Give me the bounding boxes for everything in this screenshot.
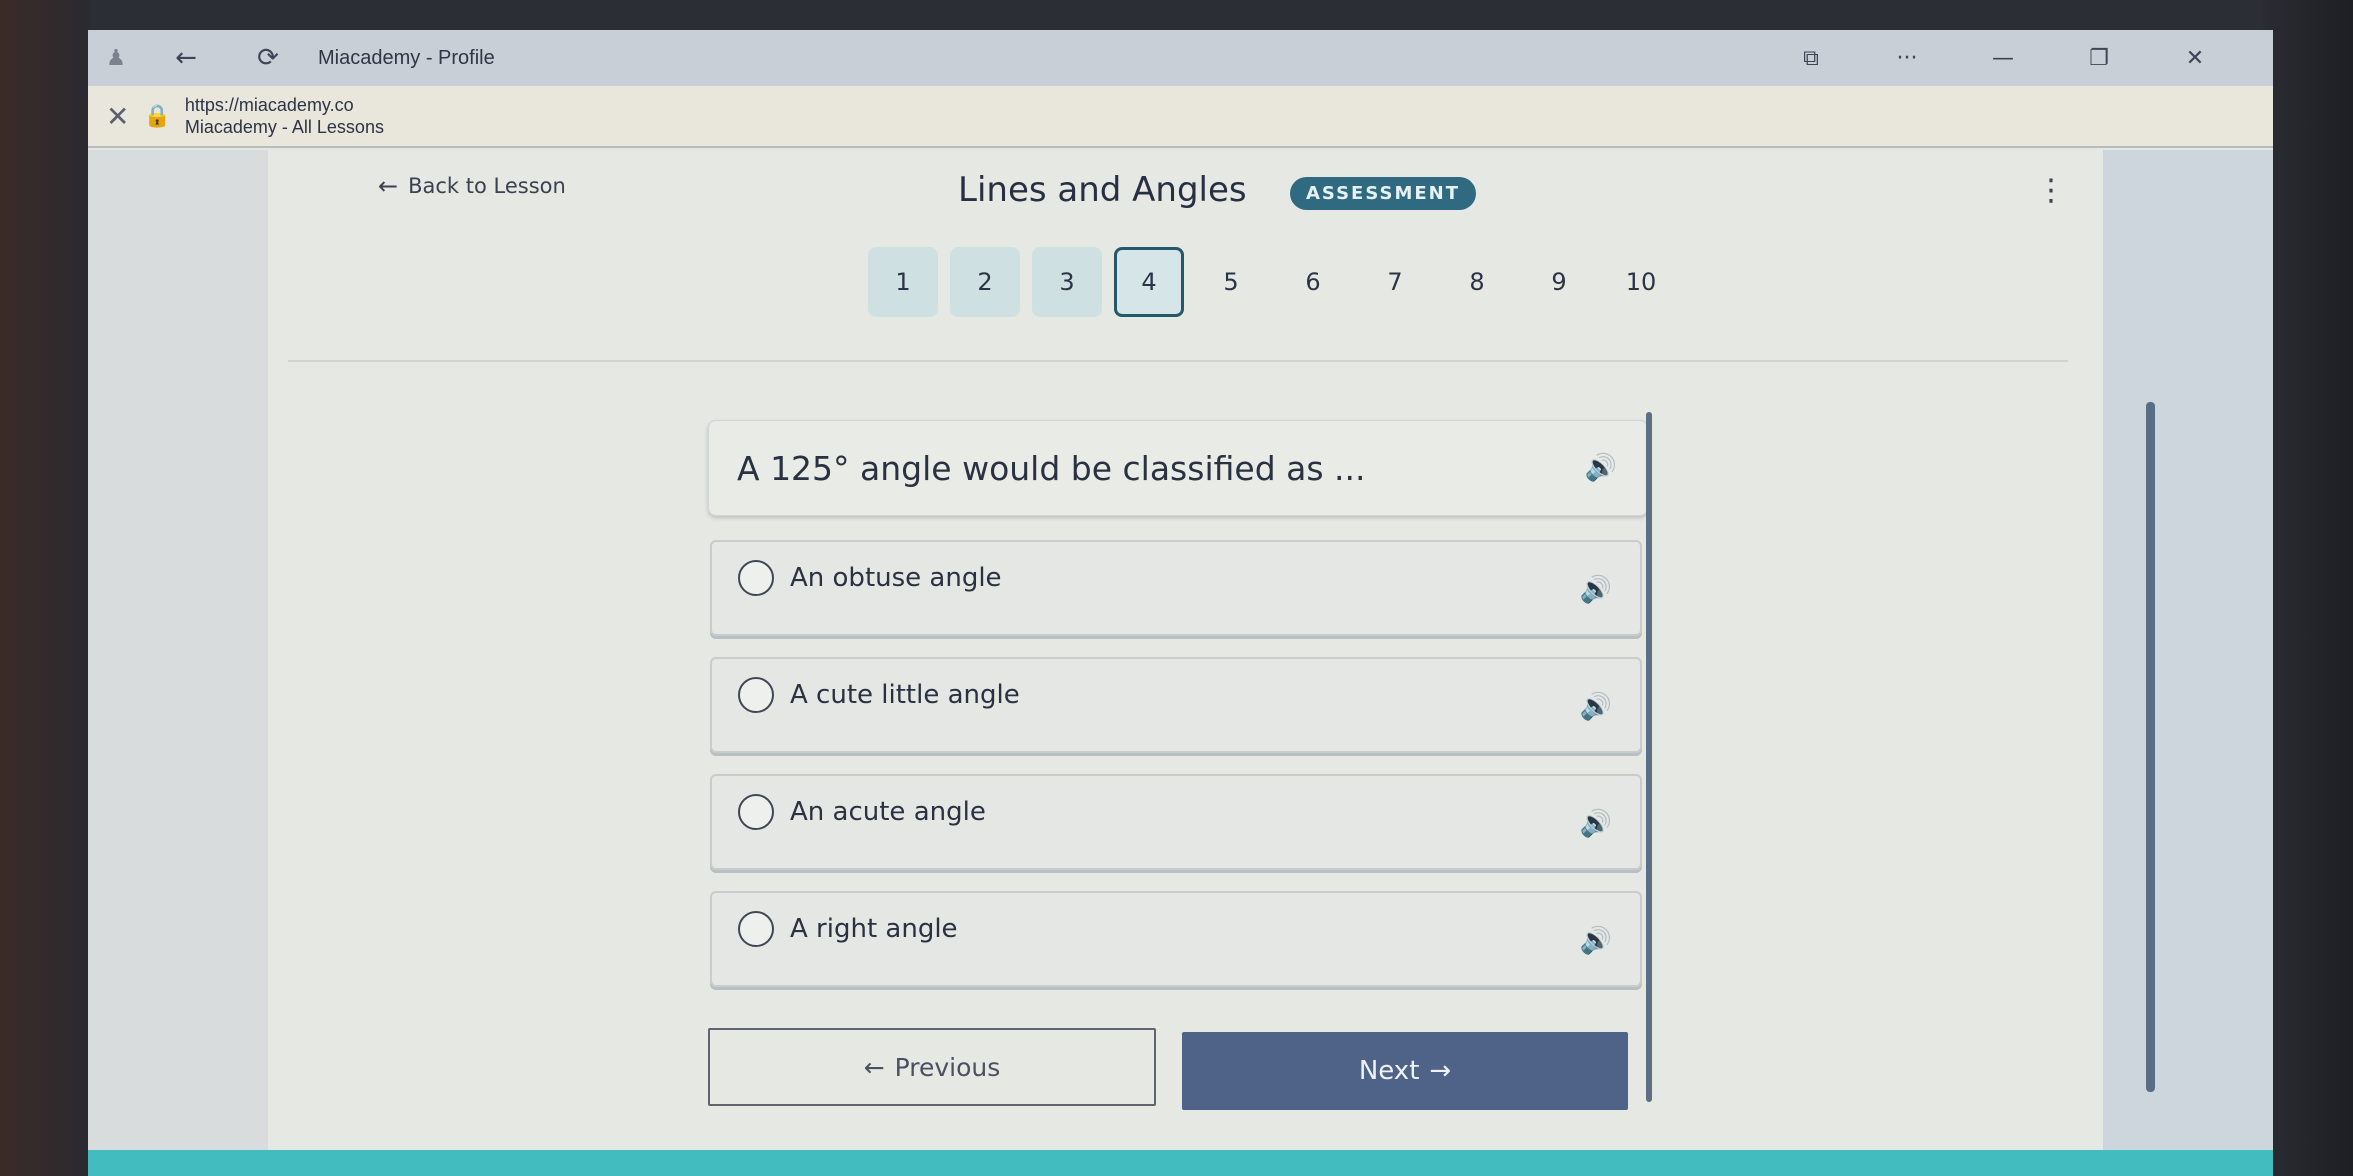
question-nav-8[interactable]: 8 xyxy=(1442,247,1512,317)
back-arrow-icon[interactable]: ← xyxy=(166,38,206,78)
refresh-icon[interactable]: ⟳ xyxy=(248,38,288,78)
restore-icon[interactable]: ❐ xyxy=(2051,38,2147,78)
answer-option-4[interactable]: A right angle 🔊 xyxy=(710,891,1642,987)
radio-button[interactable] xyxy=(738,560,774,596)
tab-title: Miacademy - Profile xyxy=(318,46,495,69)
speaker-icon[interactable]: 🔊 xyxy=(1583,453,1619,483)
option-label: A cute little angle xyxy=(790,680,1020,710)
question-nav-10[interactable]: 10 xyxy=(1606,247,1676,317)
browser-window: ♟ ← ⟳ Miacademy - Profile ⧉ ··· — ❐ ✕ ✕ … xyxy=(88,30,2273,1176)
radio-button[interactable] xyxy=(738,794,774,830)
more-options-icon[interactable]: ··· xyxy=(1859,38,1955,78)
answer-option-1[interactable]: An obtuse angle 🔊 xyxy=(710,540,1642,636)
radio-button[interactable] xyxy=(738,677,774,713)
close-window-icon[interactable]: ✕ xyxy=(2147,38,2243,78)
header-divider xyxy=(288,360,2068,362)
arrow-left-icon: ← xyxy=(863,1052,885,1082)
speaker-icon[interactable]: 🔊 xyxy=(1578,692,1614,722)
speaker-icon[interactable]: 🔊 xyxy=(1578,809,1614,839)
page-title: Lines and Angles xyxy=(958,170,1247,210)
question-nav-5[interactable]: 5 xyxy=(1196,247,1266,317)
monitor-bezel-right xyxy=(2263,0,2353,1176)
back-to-lesson-label: Back to Lesson xyxy=(408,174,566,198)
minimize-icon[interactable]: — xyxy=(1955,38,2051,78)
lesson-content: ← Back to Lesson Lines and Angles ASSESS… xyxy=(268,150,2103,1176)
previous-label: Previous xyxy=(894,1052,1001,1082)
lock-icon[interactable]: 🔒 xyxy=(143,104,170,129)
question-text: A 125° angle would be classified as ... xyxy=(737,448,1366,488)
question-nav-2[interactable]: 2 xyxy=(950,247,1020,317)
window-controls: ⧉ ··· — ❐ ✕ xyxy=(1763,30,2243,86)
answer-option-3[interactable]: An acute angle 🔊 xyxy=(710,774,1642,870)
close-icon[interactable]: ✕ xyxy=(106,100,129,133)
answer-option-2[interactable]: A cute little angle 🔊 xyxy=(710,657,1642,753)
url-text: https://miacademy.co xyxy=(184,95,354,115)
address-field[interactable]: https://miacademy.co Miacademy - All Les… xyxy=(185,94,384,138)
extension-icon[interactable]: ♟ xyxy=(96,38,136,78)
left-margin xyxy=(88,150,268,1176)
next-label: Next xyxy=(1358,1056,1420,1086)
assessment-badge: ASSESSMENT xyxy=(1290,177,1477,210)
page-title-text: Miacademy - All Lessons xyxy=(184,117,384,137)
question-nav-9[interactable]: 9 xyxy=(1524,247,1594,317)
title-bar: ♟ ← ⟳ Miacademy - Profile ⧉ ··· — ❐ ✕ xyxy=(88,30,2273,86)
option-label: An obtuse angle xyxy=(790,563,1002,593)
content-scrollbar[interactable] xyxy=(1646,412,1652,1102)
question-navigation: 1 2 3 4 5 6 7 8 9 10 xyxy=(868,247,1676,317)
monitor-bezel-left xyxy=(0,0,90,1176)
previous-button[interactable]: ← Previous xyxy=(708,1028,1156,1106)
question-nav-4[interactable]: 4 xyxy=(1114,247,1184,317)
speaker-icon[interactable]: 🔊 xyxy=(1578,575,1614,605)
question-nav-7[interactable]: 7 xyxy=(1360,247,1430,317)
right-margin xyxy=(2103,150,2273,1176)
question-nav-1[interactable]: 1 xyxy=(868,247,938,317)
page: ← Back to Lesson Lines and Angles ASSESS… xyxy=(88,150,2273,1176)
page-scrollbar[interactable] xyxy=(2146,402,2155,1092)
next-button[interactable]: Next → xyxy=(1182,1032,1628,1110)
back-arrow-icon: ← xyxy=(378,172,399,200)
back-to-lesson-link[interactable]: ← Back to Lesson xyxy=(378,172,566,200)
question-card: A 125° angle would be classified as ... … xyxy=(708,420,1648,516)
footer-bar xyxy=(88,1150,2273,1176)
question-nav-3[interactable]: 3 xyxy=(1032,247,1102,317)
speaker-icon[interactable]: 🔊 xyxy=(1578,926,1614,956)
kebab-menu-icon[interactable]: ⋮ xyxy=(2036,176,2066,206)
radio-button[interactable] xyxy=(738,911,774,947)
arrow-right-icon: → xyxy=(1429,1056,1452,1086)
question-nav-6[interactable]: 6 xyxy=(1278,247,1348,317)
address-bar: ✕ 🔒 https://miacademy.co Miacademy - All… xyxy=(88,86,2273,148)
option-label: A right angle xyxy=(790,914,958,944)
immersive-reader-icon[interactable]: ⧉ xyxy=(1763,38,1859,78)
option-label: An acute angle xyxy=(790,797,986,827)
